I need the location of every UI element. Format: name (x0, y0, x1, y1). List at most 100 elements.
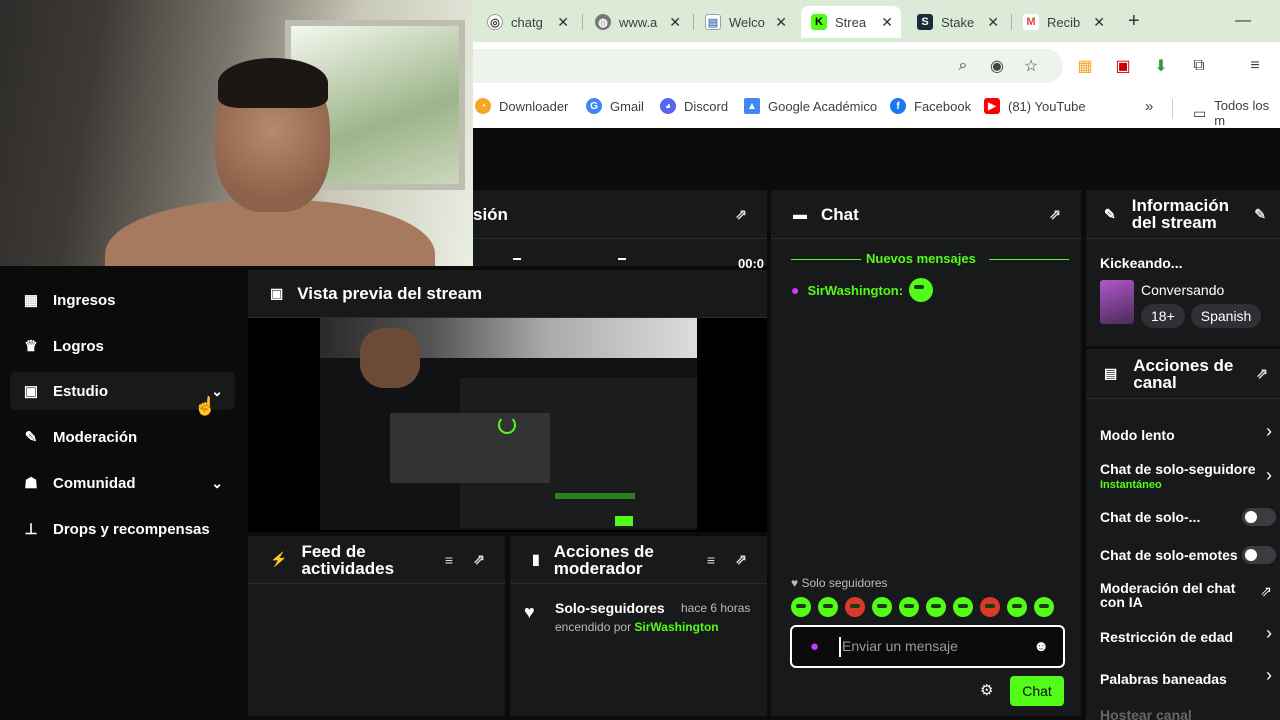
emote-icon[interactable] (1034, 597, 1054, 617)
action-banned-words[interactable]: Palabras baneadas › (1086, 665, 1280, 697)
action-ai-moderation[interactable]: Moderación del chat con IA ⇗ (1086, 579, 1280, 613)
preview-face (360, 328, 420, 388)
emote-icon[interactable] (926, 597, 946, 617)
emote-icon[interactable] (845, 597, 865, 617)
document-icon: ▤ (705, 14, 721, 30)
edit-pencil-icon[interactable]: ✎ (1254, 206, 1266, 223)
new-messages-divider[interactable]: Nuevos mensajes (791, 250, 1069, 270)
extension-grid-icon[interactable]: ▦ (1073, 54, 1097, 78)
action-host-channel[interactable]: Hostear canal (1086, 705, 1280, 720)
all-bookmarks-button[interactable]: ▭ Todos los m (1193, 98, 1280, 128)
window-minimize-icon[interactable]: — (1235, 12, 1251, 30)
bookmark-youtube[interactable]: ▶ (81) YouTube (984, 98, 1086, 114)
chevron-right-icon: › (1266, 665, 1272, 685)
session-panel-title: sión (473, 204, 508, 224)
popout-icon[interactable]: ⇗ (473, 551, 485, 568)
subscribers-only-toggle[interactable] (1242, 508, 1276, 526)
bookmarks-divider (1172, 99, 1173, 119)
close-tab-icon[interactable]: ✕ (775, 14, 787, 31)
stream-preview-video[interactable] (320, 318, 697, 530)
sidebar-item-ingresos[interactable]: ▦ Ingresos (10, 281, 235, 319)
close-tab-icon[interactable]: ✕ (987, 14, 999, 31)
text-caret (839, 637, 841, 657)
emote-icon[interactable] (1007, 597, 1027, 617)
dashboard-sidebar: ▦ Ingresos ♛ Logros ▣ Estudio ⌄ ✎ Moderación… (0, 266, 243, 720)
sidebar-item-drops[interactable]: ⊥ Drops y recompensas (10, 510, 235, 548)
chevron-down-icon[interactable]: ⌄ (211, 475, 223, 492)
sidebar-item-comunidad[interactable]: ☗ Comunidad ⌄ (10, 464, 235, 502)
filter-icon[interactable]: ≡ (445, 552, 453, 568)
wrench-icon: ✎ (1104, 205, 1116, 222)
new-tab-button[interactable]: + (1128, 10, 1140, 33)
tab-chatgpt[interactable]: ◎ chatg ✕ (477, 6, 577, 38)
address-bar-row: ⌕ ◉ ☆ ▦ ▣ ⬇ ⧉ ≡ (473, 42, 1280, 90)
close-tab-icon[interactable]: ✕ (881, 14, 893, 31)
close-tab-icon[interactable]: ✕ (669, 14, 681, 31)
youtube-icon: ▶ (984, 98, 1000, 114)
chat-settings-gear-icon[interactable]: ⚙ (980, 681, 993, 699)
action-followers-only[interactable]: Chat de solo-seguidore Instantáneo › (1086, 459, 1280, 495)
eye-off-icon[interactable]: ◉ (985, 54, 1009, 78)
chat-message: ● SirWashington: (791, 278, 940, 302)
tab-welcome[interactable]: ▤ Welco ✕ (695, 6, 795, 38)
sidebar-item-logros[interactable]: ♛ Logros (10, 327, 235, 365)
emote-icon[interactable] (980, 597, 1000, 617)
shield-icon: ▮ (532, 551, 540, 567)
action-slow-mode[interactable]: Modo lento › (1086, 419, 1280, 449)
channel-actions-panel: ▤ Acciones de canal ⇗ Modo lento › Chat d… (1086, 349, 1280, 720)
mod-action-user[interactable]: SirWashington (634, 620, 718, 634)
emote-icon[interactable] (818, 597, 838, 617)
close-tab-icon[interactable]: ✕ (1093, 14, 1105, 31)
bookmark-discord[interactable]: ◕ Discord (660, 98, 728, 114)
tab-www[interactable]: ◍ www.a ✕ (585, 6, 689, 38)
filter-icon[interactable]: ≡ (707, 552, 715, 568)
external-link-icon: ⇗ (1260, 583, 1272, 599)
zoom-icon[interactable]: ⌕ (951, 54, 975, 78)
bookmark-gmail[interactable]: G Gmail (586, 98, 644, 114)
tag-badge: Spanish (1190, 304, 1262, 328)
download-arrow-icon[interactable]: ⬇ (1149, 54, 1173, 78)
tab-stake[interactable]: S Stake ✕ (907, 6, 1007, 38)
chat-send-button[interactable]: Chat (1010, 676, 1064, 706)
mod-action-time: hace 6 horas (681, 601, 751, 615)
bookmark-downloader[interactable]: ◔ Downloader (475, 98, 568, 114)
action-age-restriction[interactable]: Restricción de edad › (1086, 623, 1280, 655)
sidebar-item-moderacion[interactable]: ✎ Moderación (10, 418, 235, 456)
preview-icon: ▣ (270, 285, 284, 301)
chat-panel: ▬ Chat ⇗ Nuevos mensajes ● SirWashington… (771, 190, 1081, 716)
popout-icon[interactable]: ⇗ (735, 551, 747, 568)
star-icon[interactable]: ☆ (1019, 54, 1043, 78)
emote-icon[interactable] (791, 597, 811, 617)
stream-preview-header: ▣ Vista previa del stream (248, 270, 767, 318)
emote-icon[interactable] (872, 597, 892, 617)
emotes-only-toggle[interactable] (1242, 546, 1276, 564)
browser-tabstrip: ◎ chatg ✕ ◍ www.a ✕ ▤ Welco ✕ K Strea ✕ … (473, 0, 1280, 42)
bookmark-facebook[interactable]: f Facebook (890, 98, 971, 114)
category-name[interactable]: Conversando (1141, 282, 1224, 298)
emote-icon[interactable] (899, 597, 919, 617)
emote-icon[interactable] (953, 597, 973, 617)
tab-gmail[interactable]: M Recib ✕ (1013, 6, 1113, 38)
popout-icon[interactable]: ⇗ (1049, 206, 1061, 223)
action-subscribers-only[interactable]: Chat de solo-... (1086, 505, 1280, 535)
close-tab-icon[interactable]: ✕ (557, 14, 569, 31)
chat-username[interactable]: SirWashington: (807, 283, 903, 298)
chat-message-input[interactable]: ● Enviar un mensaje ☻ (790, 625, 1065, 668)
mod-action-by: encendido por SirWashington (555, 620, 719, 634)
microphone-badge-icon: ● (791, 282, 800, 298)
extensions-puzzle-icon[interactable]: ⧉ (1187, 54, 1211, 78)
stream-info-header: ✎ Información del stream ✎ (1086, 190, 1280, 239)
followers-only-notice: ♥ Solo seguidores (791, 576, 888, 590)
bookmark-google-academico[interactable]: ▲ Google Académico (744, 98, 877, 114)
emote-icon[interactable] (909, 278, 934, 302)
action-emotes-only[interactable]: Chat de solo-emotes (1086, 543, 1280, 573)
chat-bubble-icon: ▬ (793, 206, 807, 222)
bookmarks-overflow-button[interactable]: » (1145, 98, 1153, 115)
popout-icon[interactable]: ⇗ (735, 206, 747, 223)
extension-download-icon[interactable]: ▣ (1111, 54, 1135, 78)
emoji-picker-icon[interactable]: ☻ (1033, 638, 1049, 655)
reading-list-icon[interactable]: ≡ (1243, 54, 1267, 78)
category-thumbnail[interactable] (1100, 280, 1134, 324)
tab-stream[interactable]: K Strea ✕ (801, 6, 901, 38)
popout-icon[interactable]: ⇗ (1256, 365, 1268, 382)
